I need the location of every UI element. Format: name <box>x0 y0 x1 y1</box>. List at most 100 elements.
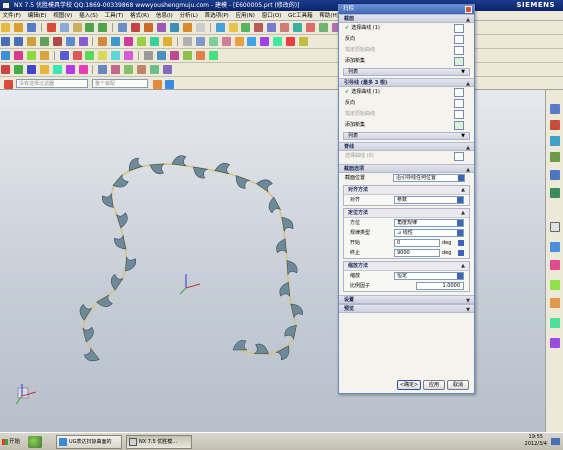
redo-icon[interactable] <box>98 23 108 32</box>
snap-point-on-curve-icon[interactable] <box>162 65 172 74</box>
menu-format[interactable]: 格式(R) <box>128 11 152 20</box>
spine-group-header[interactable]: 脊线 ▲ <box>339 142 474 151</box>
end-angle-input[interactable]: 9000 <box>394 249 440 257</box>
fit-view-icon[interactable] <box>182 37 192 46</box>
rotate-icon[interactable] <box>221 37 231 46</box>
reverse-direction-icon[interactable] <box>454 99 464 108</box>
dropdown-arrow-icon[interactable] <box>457 230 463 236</box>
taskbar-item-nx[interactable]: NX 7.5 优胜模... <box>126 435 192 449</box>
paste-icon[interactable] <box>72 23 82 32</box>
through-curve-mesh-icon[interactable] <box>13 51 23 60</box>
undo-icon[interactable] <box>85 23 95 32</box>
web-browser-icon[interactable] <box>550 170 560 180</box>
menu-gc-toolkits[interactable]: GC工具箱 <box>286 11 316 20</box>
dropdown-arrow-icon[interactable] <box>458 175 464 181</box>
pan-icon[interactable] <box>208 37 218 46</box>
guide-list-toggle[interactable]: 列表 ▼ <box>343 132 470 140</box>
datum-plane-icon[interactable] <box>215 23 225 32</box>
guides-group-header[interactable]: 引导线 (最多 3 根) ▲ <box>339 78 474 87</box>
curve-analysis-icon[interactable] <box>169 51 179 60</box>
measure-distance-icon[interactable] <box>144 51 154 60</box>
law-type-dropdown[interactable]: ⊿ 线性 <box>394 229 464 237</box>
sew-icon[interactable] <box>59 51 69 60</box>
through-curves-icon[interactable] <box>1 51 10 60</box>
helix-icon[interactable] <box>78 37 88 46</box>
menu-analysis[interactable]: 分析(L) <box>177 11 200 20</box>
layer-icon[interactable] <box>286 37 296 46</box>
add-new-set-section-row[interactable]: 添加新集 <box>339 56 474 67</box>
menu-icon[interactable] <box>4 80 13 89</box>
rectangle-icon[interactable] <box>26 37 36 46</box>
menu-insert[interactable]: 插入(S) <box>77 11 101 20</box>
section-options-header[interactable]: 截面选项 ▲ <box>339 164 474 173</box>
scale-factor-input[interactable]: 1.0000 <box>416 282 464 290</box>
chamfer-icon[interactable] <box>195 23 205 32</box>
offset-curve-icon[interactable] <box>98 37 108 46</box>
section-group-header[interactable]: 截面 ▲ <box>339 14 474 23</box>
trim-body-icon[interactable] <box>306 23 316 32</box>
add-new-set-guide-row[interactable]: 添加新集 <box>339 120 474 131</box>
system-clock[interactable]: 19:55 2012/3/4 <box>525 434 547 448</box>
cut-icon[interactable] <box>46 23 56 32</box>
close-icon[interactable] <box>465 6 472 13</box>
start-button[interactable]: 开始 <box>2 435 26 449</box>
alignment-dropdown[interactable]: 参数 <box>394 196 464 204</box>
start-angle-input[interactable]: 0 <box>394 239 440 247</box>
measure-angle-icon[interactable] <box>156 51 166 60</box>
menu-information[interactable]: 信息(I) <box>153 11 175 20</box>
selection-scope-dropdown[interactable]: 整个装配 <box>92 79 148 88</box>
face-blend-icon[interactable] <box>124 51 134 60</box>
curve-rule-icon[interactable] <box>454 24 464 33</box>
project-curve-icon[interactable] <box>111 37 121 46</box>
snap-center-icon[interactable] <box>124 65 134 74</box>
scaling-method-header[interactable]: 缩放方法 ▲ <box>344 262 469 271</box>
loft-icon[interactable] <box>169 23 179 32</box>
snap-endpoint-icon[interactable] <box>98 65 108 74</box>
profile-icon[interactable] <box>1 65 10 74</box>
curve-rule-icon[interactable] <box>454 88 464 97</box>
sketch-icon[interactable] <box>118 23 128 32</box>
open-file-icon[interactable] <box>13 23 23 32</box>
fillet-icon[interactable] <box>52 65 62 74</box>
draft-analysis-icon[interactable] <box>208 51 218 60</box>
dimension-icon[interactable] <box>26 65 36 74</box>
ellipse-icon[interactable] <box>52 37 62 46</box>
orientation-dropdown[interactable]: 角度规律 <box>394 219 464 227</box>
trim-sheet-icon[interactable] <box>85 51 95 60</box>
reuse-library-icon[interactable] <box>550 152 560 162</box>
select-spine-curve-row[interactable]: 选择曲线 (0) <box>339 151 474 162</box>
process-studio-icon[interactable] <box>550 260 560 270</box>
tray-network-icon[interactable] <box>551 438 560 445</box>
section-list-toggle[interactable]: 列表 ▼ <box>343 68 470 76</box>
pocket-icon[interactable] <box>267 23 277 32</box>
expand-icon[interactable]: ▼ <box>466 306 470 314</box>
start-angle-options-icon[interactable] <box>458 240 464 246</box>
add-set-icon[interactable] <box>454 57 464 66</box>
dropdown-arrow-icon[interactable] <box>457 273 463 279</box>
join-curve-icon[interactable] <box>150 37 160 46</box>
wireframe-icon[interactable] <box>247 37 257 46</box>
unite-icon[interactable] <box>318 23 328 32</box>
sweep-icon[interactable] <box>156 23 166 32</box>
deviation-icon[interactable] <box>195 51 205 60</box>
n-sided-surface-icon[interactable] <box>26 51 36 60</box>
thicken-icon[interactable] <box>72 51 82 60</box>
visual-report-icon[interactable] <box>550 338 560 348</box>
orientation-method-header[interactable]: 定位方法 ▲ <box>344 209 469 218</box>
part-navigator-icon[interactable] <box>550 136 560 146</box>
reverse-direction-icon[interactable] <box>454 35 464 44</box>
ruled-icon[interactable] <box>39 51 49 60</box>
snap-intersection-icon[interactable] <box>137 65 147 74</box>
expand-icon[interactable]: ▼ <box>461 133 465 140</box>
collapse-icon[interactable]: ▲ <box>461 186 465 195</box>
copy-icon[interactable] <box>59 23 69 32</box>
constraint-navigator-icon[interactable] <box>550 120 560 130</box>
dropdown-arrow-icon[interactable] <box>457 197 463 203</box>
constraint-icon[interactable] <box>13 65 23 74</box>
revolve-icon[interactable] <box>144 23 154 32</box>
section-position-dropdown[interactable]: 沿引导线任何位置 <box>393 174 465 182</box>
show-hide-icon[interactable] <box>299 37 309 46</box>
dropdown-arrow-icon[interactable] <box>457 220 463 226</box>
menu-preferences[interactable]: 首选项(P) <box>202 11 231 20</box>
quick-launch-icon[interactable] <box>28 436 42 448</box>
